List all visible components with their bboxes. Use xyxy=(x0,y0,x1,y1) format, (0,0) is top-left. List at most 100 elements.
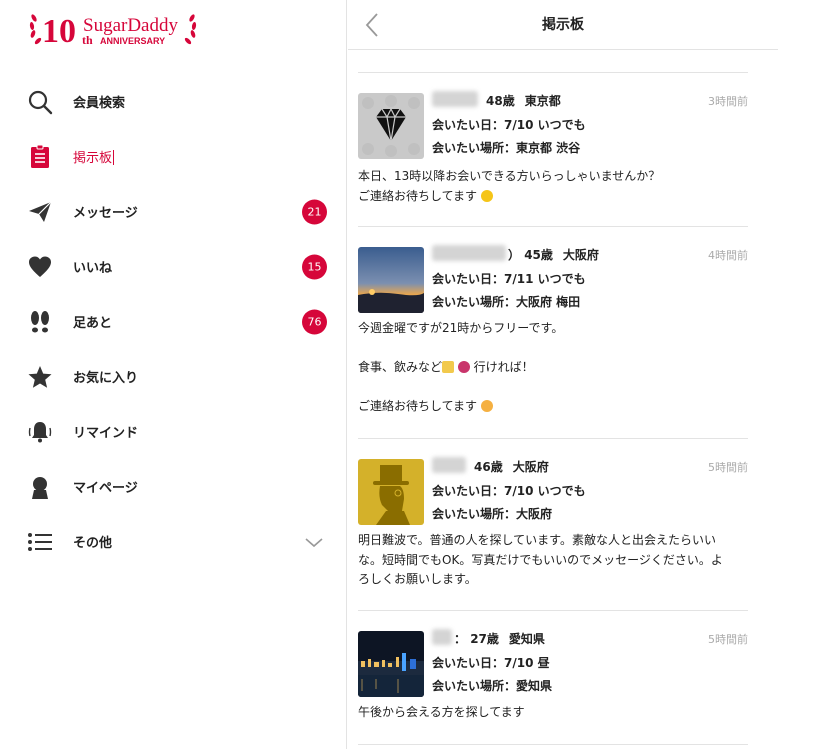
post-time: 4時間前 xyxy=(708,249,748,262)
divider xyxy=(358,744,748,745)
meet-date: 会いたい日：7/10 いつでも xyxy=(432,484,586,498)
prefecture: 東京都 xyxy=(524,94,561,108)
smiling-emoji-icon xyxy=(480,400,493,412)
board-icon xyxy=(27,144,53,170)
board-post[interactable]: ： 27歳 愛知県 5時間前 会いたい日：7/10 昼 会いたい場所：愛知県 午後… xyxy=(358,610,748,744)
sidebar-item-label: リマインド xyxy=(73,426,139,441)
post-header: ） 45歳 大阪府 4時間前 xyxy=(432,243,748,263)
name-suffix: ） xyxy=(508,248,521,262)
post-header: ： 27歳 愛知県 5時間前 xyxy=(432,627,748,647)
post-time: 5時間前 xyxy=(708,461,748,474)
post-meta: 48歳 東京都 xyxy=(486,92,561,109)
diamond-thumbnail[interactable] xyxy=(358,93,424,159)
meet-place: 会いたい場所：愛知県 xyxy=(432,679,553,693)
meet-date: 会いたい日：7/11 いつでも xyxy=(432,272,586,286)
post-body-spacer xyxy=(358,339,748,359)
sidebar-item-likes[interactable]: いいね 15 xyxy=(0,239,346,294)
sidebar-item-label: メッセージ xyxy=(73,206,138,221)
post-list: 48歳 東京都 3時間前 会いたい日：7/10 いつでも 会いたい場所：東京都 渋… xyxy=(358,72,748,745)
sidebar-item-label: 会員検索 xyxy=(73,96,126,111)
post-meta: ） 45歳 大阪府 xyxy=(508,246,599,263)
age: 45歳 xyxy=(524,248,553,262)
svg-text:th: th xyxy=(82,33,93,47)
age: 46歳 xyxy=(474,460,503,474)
text-cursor xyxy=(113,150,115,165)
age: 48歳 xyxy=(486,94,515,108)
paper-plane-icon xyxy=(27,199,53,225)
unread-badge: 76 xyxy=(302,309,327,334)
post-body-line: 明日難波で。普通の人を探しています。素敵な人と出会えたらいい xyxy=(358,533,716,547)
board-header: 掲示板 xyxy=(348,0,778,50)
logo[interactable]: 10 SugarDaddy th ANNIVERSARY xyxy=(28,6,198,50)
post-time: 3時間前 xyxy=(708,95,748,108)
post-body-line: 食事、飲みなど 行ければ！ xyxy=(358,358,748,378)
footprints-icon xyxy=(27,309,53,335)
person-icon xyxy=(27,474,53,500)
svg-text:10: 10 xyxy=(42,13,76,48)
sidebar-item-board[interactable]: 掲示板 xyxy=(0,129,346,184)
board-post[interactable]: ） 45歳 大阪府 4時間前 会いたい日：7/11 いつでも 会いたい場所：大阪府… xyxy=(358,226,748,438)
blurred-username xyxy=(432,457,466,473)
post-time: 5時間前 xyxy=(708,633,748,646)
unread-badge: 21 xyxy=(302,199,327,224)
post-header: 48歳 東京都 3時間前 xyxy=(432,89,748,109)
blurred-username xyxy=(432,91,478,107)
blurred-username xyxy=(432,629,452,645)
post-body: 今週金曜ですが21時からフリーです。 食事、飲みなど 行ければ！ ご連絡お待ちしてま… xyxy=(358,319,748,417)
name-suffix: ： xyxy=(454,632,467,646)
meet-date: 会いたい日：7/10 昼 xyxy=(432,656,550,670)
beer-emoji-icon xyxy=(442,361,455,373)
search-icon xyxy=(27,89,53,115)
night-city-thumbnail[interactable] xyxy=(358,631,424,697)
post-body-text: 食事、飲みなど xyxy=(358,360,443,374)
sidebar-item-mypage[interactable]: マイページ xyxy=(0,459,346,514)
prefecture: 愛知県 xyxy=(508,632,545,646)
post-body-line: 本日、13時以降お会いできる方いらっしゃいませんか？ xyxy=(358,169,661,183)
sidebar-item-remind[interactable]: リマインド xyxy=(0,404,346,459)
age: 27歳 xyxy=(470,632,499,646)
post-header: 46歳 大阪府 5時間前 xyxy=(432,455,748,475)
post-body-line: ご連絡お待ちしてます xyxy=(358,187,748,207)
board-post[interactable]: 46歳 大阪府 5時間前 会いたい日：7/10 いつでも 会いたい場所：大阪府 明… xyxy=(358,438,748,610)
blurred-username xyxy=(432,245,506,261)
post-body-line: な。短時間でもOK。写真だけでもいいのでメッセージください。よ xyxy=(358,552,723,567)
post-body: 午後から会える方を探してます xyxy=(358,703,748,723)
sidebar-item-favorites[interactable]: お気に入り xyxy=(0,349,346,404)
gentleman-thumbnail[interactable] xyxy=(358,459,424,525)
svg-text:ANNIVERSARY: ANNIVERSARY xyxy=(100,36,165,46)
logo-mark: 10 SugarDaddy th ANNIVERSARY xyxy=(29,13,197,50)
sidebar-item-footprints[interactable]: 足あと 76 xyxy=(0,294,346,349)
heart-icon xyxy=(27,254,53,280)
chevron-down-icon[interactable] xyxy=(304,535,324,549)
sidebar-item-messages[interactable]: メッセージ 21 xyxy=(0,184,346,239)
post-body-text: ご連絡お待ちしてます xyxy=(358,188,478,203)
post-meta: 46歳 大阪府 xyxy=(474,458,549,475)
prefecture: 大阪府 xyxy=(562,248,599,262)
post-body-line: 今週金曜ですが21時からフリーです。 xyxy=(358,321,564,335)
svg-text:SugarDaddy: SugarDaddy xyxy=(83,15,178,36)
post-body-spacer xyxy=(358,378,748,398)
post-body-text: ご連絡お待ちしてます xyxy=(358,399,478,413)
sidebar-item-label-text: 掲示板 xyxy=(73,151,113,166)
sidebar: 10 SugarDaddy th ANNIVERSARY 会員検索 掲示板 メッ… xyxy=(0,0,347,749)
meet-place: 会いたい場所：大阪府 xyxy=(432,507,553,521)
grinning-emoji-icon xyxy=(480,189,493,202)
sunset-thumbnail[interactable] xyxy=(358,247,424,313)
post-body-line: ご連絡お待ちしてます xyxy=(358,397,748,417)
sidebar-item-other[interactable]: その他 xyxy=(0,514,346,569)
wine-glass-emoji-icon xyxy=(457,361,470,373)
star-icon xyxy=(27,364,53,390)
unread-badge: 15 xyxy=(302,254,327,279)
sidebar-item-member-search[interactable]: 会員検索 xyxy=(0,74,346,129)
post-body-text: 行ければ！ xyxy=(473,360,534,374)
board-panel: 掲示板 48歳 東京都 3時間前 会いたい日：7/10 いつでも 会いたい場所：東… xyxy=(348,0,778,749)
post-body-line: 午後から会える方を探してます xyxy=(358,705,525,719)
prefecture: 大阪府 xyxy=(512,460,549,474)
board-post[interactable]: 48歳 東京都 3時間前 会いたい日：7/10 いつでも 会いたい場所：東京都 渋… xyxy=(358,72,748,226)
sidebar-item-label: マイページ xyxy=(73,481,138,496)
sidebar-item-label: お気に入り xyxy=(73,371,139,386)
sidebar-item-label: 掲示板 xyxy=(73,147,115,166)
meet-place: 会いたい場所：東京都 渋谷 xyxy=(432,141,581,155)
sidebar-item-label: 足あと xyxy=(73,316,113,331)
sidebar-item-label: いいね xyxy=(73,261,113,276)
